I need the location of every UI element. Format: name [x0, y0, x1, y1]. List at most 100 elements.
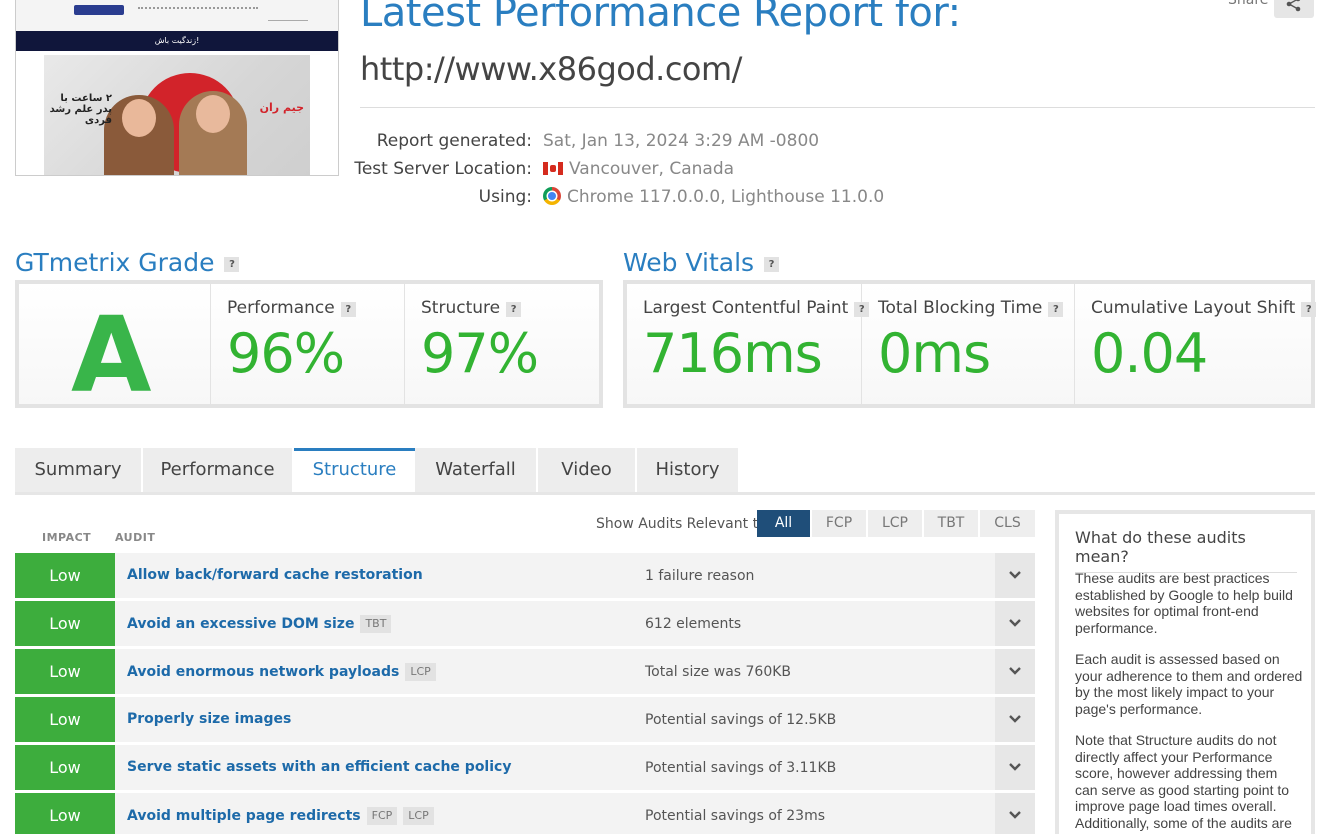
performance-cell: Performance? 96%	[211, 284, 405, 404]
chevron-down-icon	[1009, 619, 1021, 627]
audit-name-text: Avoid multiple page redirects	[127, 808, 361, 824]
performance-label: Performance?	[227, 298, 356, 318]
impact-badge: Low	[15, 553, 115, 598]
impact-badge: Low	[15, 745, 115, 790]
audit-row[interactable]: Low Properly size images Potential savings…	[15, 697, 1035, 742]
thumbnail-headline: ۲ ساعت با پدر علم رشد فردی	[49, 93, 112, 126]
explainer-paragraph: Note that Structure audits do not direct…	[1075, 732, 1292, 834]
help-icon[interactable]: ?	[224, 257, 240, 272]
tbt-label: Total Blocking Time?	[878, 298, 1064, 318]
chrome-icon	[543, 187, 561, 205]
metric-tag: FCP	[366, 807, 398, 825]
expand-button[interactable]	[995, 793, 1035, 834]
tab-structure[interactable]: Structure	[294, 448, 415, 493]
audit-name[interactable]: Avoid multiple page redirects FCP LCP	[127, 807, 434, 825]
help-icon[interactable]: ?	[340, 302, 356, 317]
filter-label: Show Audits Relevant to	[596, 516, 767, 532]
expand-button[interactable]	[995, 601, 1035, 646]
audit-name[interactable]: Avoid an excessive DOM size TBT	[127, 615, 392, 633]
tab-waterfall[interactable]: Waterfall	[415, 448, 536, 493]
tbt-value: 0ms	[878, 322, 991, 385]
chevron-down-icon	[1009, 811, 1021, 819]
share-button[interactable]	[1274, 0, 1314, 18]
impact-badge: Low	[15, 793, 115, 834]
audit-name-text: Serve static assets with an efficient ca…	[127, 759, 512, 775]
header-divider	[360, 107, 1315, 108]
tab-performance[interactable]: Performance	[143, 448, 292, 493]
thumbnail-hero: ۲ ساعت با پدر علم رشد فردی جیم ران	[44, 55, 310, 175]
help-icon[interactable]: ?	[1048, 302, 1064, 317]
audit-detail: 612 elements	[645, 616, 742, 632]
grade-cell: A	[19, 284, 211, 416]
impact-badge: Low	[15, 649, 115, 694]
page-title: Latest Performance Report for:	[360, 0, 961, 36]
audit-name-text: Allow back/forward cache restoration	[127, 567, 423, 583]
explainer-paragraph: Each audit is assessed based on your adh…	[1075, 651, 1303, 717]
grade-letter: A	[71, 294, 152, 416]
structure-label: Structure?	[421, 298, 522, 318]
audit-row[interactable]: Low Avoid multiple page redirects FCP LCP Po…	[15, 793, 1035, 834]
thumbnail-nav	[16, 0, 338, 31]
web-vitals-panel: Largest Contentful Paint? 716ms Total Bl…	[623, 280, 1317, 408]
tab-history[interactable]: History	[637, 448, 738, 493]
filter-tbt[interactable]: TBT	[924, 510, 978, 537]
audit-column-header: AUDIT	[115, 531, 156, 544]
share-label: Share	[1228, 0, 1269, 8]
tab-summary[interactable]: Summary	[15, 448, 141, 493]
expand-button[interactable]	[995, 697, 1035, 742]
audit-detail: Potential savings of 12.5KB	[645, 712, 837, 728]
chevron-down-icon	[1009, 715, 1021, 723]
lcp-label: Largest Contentful Paint?	[643, 298, 870, 318]
metric-tag: LCP	[403, 807, 434, 825]
audit-row[interactable]: Low Avoid an excessive DOM size TBT 612 ele…	[15, 601, 1035, 646]
explainer-paragraph: These audits are best practices establis…	[1075, 570, 1293, 636]
filter-fcp[interactable]: FCP	[812, 510, 866, 537]
audit-name[interactable]: Properly size images	[127, 711, 291, 727]
impact-badge: Low	[15, 601, 115, 646]
audit-detail: Potential savings of 3.11KB	[645, 760, 837, 776]
canada-flag-icon	[543, 162, 563, 175]
thumbnail-name: جیم ران	[259, 101, 304, 114]
web-vitals-title: Web Vitals?	[623, 248, 780, 277]
page-thumbnail[interactable]: زندگیت باش! ۲ ساعت با پدر علم رشد فردی ج…	[15, 0, 339, 176]
cls-value: 0.04	[1091, 322, 1208, 385]
structure-value: 97%	[421, 322, 539, 385]
tabs-underline	[15, 492, 1315, 495]
thumbnail-links	[138, 7, 258, 11]
audit-row[interactable]: Low Allow back/forward cache restoration 1…	[15, 553, 1035, 598]
expand-button[interactable]	[995, 745, 1035, 790]
audit-name[interactable]: Allow back/forward cache restoration	[127, 567, 423, 583]
thumbnail-banner-bar: زندگیت باش!	[16, 31, 338, 51]
filter-lcp[interactable]: LCP	[868, 510, 922, 537]
help-icon[interactable]: ?	[764, 257, 780, 272]
filter-cls[interactable]: CLS	[980, 510, 1035, 537]
share-icon	[1286, 0, 1301, 12]
lcp-cell: Largest Contentful Paint? 716ms	[627, 284, 870, 404]
tab-video[interactable]: Video	[538, 448, 635, 493]
filter-all[interactable]: All	[757, 510, 810, 537]
audit-row[interactable]: Low Avoid enormous network payloads LCP Tot…	[15, 649, 1035, 694]
explainer-title: What do these audits mean?	[1075, 528, 1297, 573]
metric-tag: LCP	[405, 663, 436, 681]
audit-name-text: Properly size images	[127, 711, 292, 727]
audit-name[interactable]: Avoid enormous network payloads LCP	[127, 663, 436, 681]
grade-panel: A Performance? 96% Structure? 97%	[15, 280, 603, 416]
audit-detail: 1 failure reason	[645, 568, 755, 584]
thumbnail-logo	[268, 0, 308, 21]
audits-explainer: What do these audits mean? These audits …	[1055, 510, 1315, 834]
audit-row[interactable]: Low Serve static assets with an efficient…	[15, 745, 1035, 790]
server-location-value: Vancouver, Canada	[543, 159, 734, 179]
performance-value: 96%	[227, 322, 345, 385]
expand-button[interactable]	[995, 553, 1035, 598]
impact-badge: Low	[15, 697, 115, 742]
thumbnail-person	[179, 91, 247, 175]
audit-name[interactable]: Serve static assets with an efficient ca…	[127, 759, 511, 775]
help-icon[interactable]: ?	[1301, 302, 1317, 317]
report-generated-value: Sat, Jan 13, 2024 3:29 AM -0800	[543, 131, 820, 151]
audit-detail: Total size was 760KB	[645, 664, 792, 680]
help-icon[interactable]: ?	[506, 302, 522, 317]
impact-column-header: IMPACT	[42, 531, 92, 544]
expand-button[interactable]	[995, 649, 1035, 694]
lcp-value: 716ms	[643, 322, 823, 385]
chevron-down-icon	[1009, 667, 1021, 675]
